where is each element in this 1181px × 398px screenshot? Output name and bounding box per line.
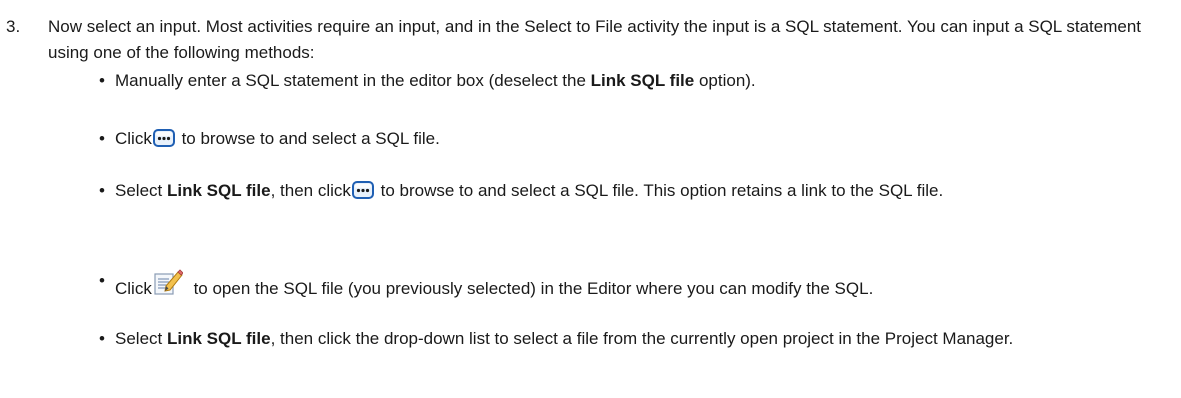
list-item-link-dropdown: Select Link SQL file, then click the dro… <box>99 326 1165 352</box>
link-sql-file-term: Link SQL file <box>590 71 695 90</box>
bullet-text: Manually enter a SQL statement in the ed… <box>115 71 591 90</box>
step-number: 3. <box>6 17 21 36</box>
bullet-text: to browse to and select a SQL file. This… <box>375 181 944 200</box>
list-item-browse: Click to browse to and select a SQL file… <box>99 126 1165 152</box>
bullet-text: , then click <box>270 181 351 200</box>
edit-document-icon[interactable] <box>153 268 183 296</box>
bullet-text: Select <box>115 181 167 200</box>
step-intro-text: Now select an input. Most activities req… <box>48 17 1142 62</box>
bullet-text: , then click the drop-down list to selec… <box>270 329 1014 348</box>
bullet-text: Select <box>115 329 167 348</box>
bullet-text: Click <box>115 129 152 148</box>
bullet-text: to open the SQL file (you previously sel… <box>188 279 874 298</box>
bullet-text: to browse to and select a SQL file. <box>176 129 440 148</box>
browse-ellipsis-icon[interactable] <box>351 181 374 199</box>
list-item-manual-entry: Manually enter a SQL statement in the ed… <box>99 68 1165 94</box>
link-sql-file-term: Link SQL file <box>166 181 271 200</box>
list-item-edit: Click to open the SQL file (you previous… <box>99 268 1165 302</box>
bullet-text: Click <box>115 279 152 298</box>
link-sql-file-term: Link SQL file <box>166 329 271 348</box>
list-item-link-browse: Select Link SQL file, then click to brow… <box>99 178 1165 204</box>
browse-ellipsis-icon[interactable] <box>152 129 175 147</box>
bullet-text: option). <box>694 71 756 90</box>
